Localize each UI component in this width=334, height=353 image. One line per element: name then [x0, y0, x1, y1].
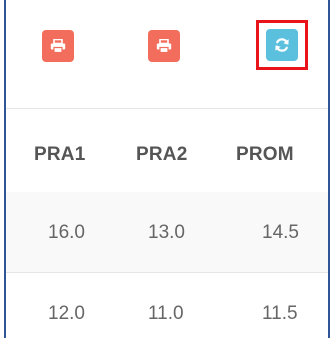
table-header: PRA1 PRA2 PROM	[6, 108, 328, 193]
column-header-prom: PROM	[236, 144, 294, 165]
cell-pra2: 11.0	[148, 303, 184, 324]
cell-prom: 11.5	[262, 303, 298, 324]
table-row: 16.0 13.0 14.5	[6, 192, 328, 273]
refresh-button[interactable]	[266, 29, 298, 61]
refresh-highlight-box	[256, 20, 308, 70]
print-button-pra2[interactable]	[148, 30, 180, 62]
table-row: 12.0 11.0 11.5	[6, 273, 328, 353]
grades-panel: PRA1 PRA2 PROM 16.0 13.0 14.5 12.0 11.0 …	[4, 0, 330, 353]
toolbar	[6, 0, 328, 109]
column-header-pra1: PRA1	[34, 144, 86, 165]
print-icon	[50, 39, 66, 53]
refresh-icon	[274, 37, 290, 53]
column-header-pra2: PRA2	[136, 144, 188, 165]
cell-pra1: 12.0	[48, 303, 85, 324]
cell-pra2: 13.0	[148, 222, 185, 243]
cell-prom: 14.5	[262, 222, 299, 243]
print-icon	[156, 39, 172, 53]
cell-pra1: 16.0	[48, 222, 85, 243]
print-button-pra1[interactable]	[42, 30, 74, 62]
